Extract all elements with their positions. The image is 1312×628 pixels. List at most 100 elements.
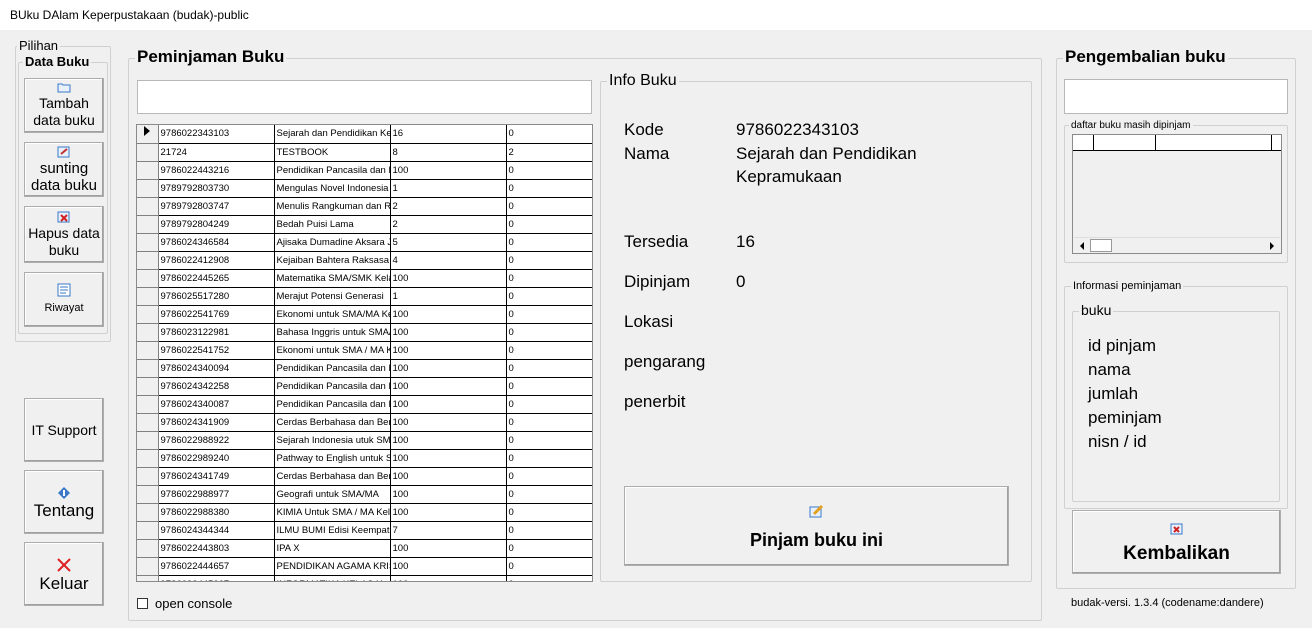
borrowed-list[interactable] bbox=[1072, 134, 1282, 254]
cell-kode[interactable]: 9786025517280 bbox=[158, 287, 275, 306]
row-header[interactable] bbox=[137, 503, 159, 522]
cell-tersedia[interactable]: 100 bbox=[390, 449, 507, 468]
cell-judul[interactable]: Ekonomi untuk SMA / MA Kelas XI bbox=[274, 341, 391, 360]
table-row[interactable]: 9786024340094Pendidikan Pancasila dan Ke… bbox=[137, 359, 592, 378]
cell-judul[interactable]: IPA X bbox=[274, 539, 391, 558]
cell-tersedia[interactable]: 100 bbox=[390, 539, 507, 558]
cell-judul[interactable]: Kejaiban Bahtera Raksasa bbox=[274, 251, 391, 270]
cell-judul[interactable]: Bedah Puisi Lama bbox=[274, 215, 391, 234]
cell-kode[interactable]: 9786022445067 bbox=[158, 575, 275, 581]
cell-tersedia[interactable]: 100 bbox=[390, 467, 507, 486]
row-header[interactable] bbox=[137, 449, 159, 468]
table-row[interactable]: 9786022443216Pendidikan Pancasila dan Ke… bbox=[137, 161, 592, 180]
cell-dipinjam[interactable]: 2 bbox=[506, 143, 592, 162]
table-row[interactable]: 9786024344344 ILMU BUMI Edisi Keempat 7 0 bbox=[137, 521, 592, 540]
cell-judul[interactable]: Ajisaka Dumadine Aksara Jawa bbox=[274, 233, 391, 252]
cell-tersedia[interactable]: 2 bbox=[390, 215, 507, 234]
cell-dipinjam[interactable]: 0 bbox=[506, 161, 592, 180]
cell-kode[interactable]: 9786024340094 bbox=[158, 359, 275, 378]
row-header[interactable] bbox=[137, 539, 159, 558]
cell-tersedia[interactable]: 100 bbox=[390, 161, 507, 180]
cell-dipinjam[interactable]: 0 bbox=[506, 503, 592, 522]
cell-judul[interactable]: Matematika SMA/SMK Kelas X bbox=[274, 269, 391, 288]
cell-dipinjam[interactable]: 0 bbox=[506, 197, 592, 216]
cell-kode[interactable]: 9789792804249 bbox=[158, 215, 275, 234]
cell-judul[interactable]: Cerdas Berbahasa dan Bersastra bbox=[274, 413, 391, 432]
return-search-input[interactable] bbox=[1064, 79, 1288, 114]
cell-kode[interactable]: 9789792803730 bbox=[158, 179, 275, 198]
cell-kode[interactable]: 9786022412908 bbox=[158, 251, 275, 270]
cell-dipinjam[interactable]: 0 bbox=[506, 251, 592, 270]
cell-dipinjam[interactable]: 0 bbox=[506, 359, 592, 378]
table-row[interactable]: 9786022989240Pathway to English untuk SM… bbox=[137, 449, 592, 468]
cell-kode[interactable]: 9786022989240 bbox=[158, 449, 275, 468]
cell-tersedia[interactable]: 100 bbox=[390, 341, 507, 360]
cell-kode[interactable]: 9786023122981 bbox=[158, 323, 275, 342]
row-header[interactable] bbox=[137, 233, 159, 252]
cell-judul[interactable]: Pendidikan Pancasila dan Kewarganegaraan bbox=[274, 395, 391, 414]
row-header[interactable] bbox=[137, 125, 159, 144]
table-row[interactable]: 9786022541752Ekonomi untuk SMA / MA Kela… bbox=[137, 341, 592, 360]
cell-kode[interactable]: 9789792803747 bbox=[158, 197, 275, 216]
cell-tersedia[interactable]: 100 bbox=[390, 359, 507, 378]
cell-judul[interactable]: PENDIDIKAN AGAMA KRISTEN bbox=[274, 557, 391, 576]
table-row[interactable]: 9786024340087Pendidikan Pancasila dan Ke… bbox=[137, 395, 592, 414]
row-header[interactable] bbox=[137, 161, 159, 180]
cell-kode[interactable]: 9786022988977 bbox=[158, 485, 275, 504]
it-support-button[interactable]: IT Support bbox=[24, 398, 104, 462]
cell-dipinjam[interactable]: 0 bbox=[506, 341, 592, 360]
tambah-data-buku-button[interactable]: Tambah data buku bbox=[24, 78, 104, 133]
row-header[interactable] bbox=[137, 341, 159, 360]
cell-dipinjam[interactable]: 0 bbox=[506, 395, 592, 414]
cell-dipinjam[interactable]: 0 bbox=[506, 449, 592, 468]
cell-dipinjam[interactable]: 0 bbox=[506, 377, 592, 396]
cell-dipinjam[interactable]: 0 bbox=[506, 557, 592, 576]
cell-dipinjam[interactable]: 0 bbox=[506, 233, 592, 252]
table-row[interactable]: 9789792804249 Bedah Puisi Lama 2 0 bbox=[137, 215, 592, 234]
cell-tersedia[interactable]: 5 bbox=[390, 233, 507, 252]
table-row[interactable]: 9786022988922 Sejarah Indonesia utuk SMA 1… bbox=[137, 431, 592, 450]
cell-tersedia[interactable]: 100 bbox=[390, 575, 507, 581]
cell-dipinjam[interactable]: 0 bbox=[506, 521, 592, 540]
cell-kode[interactable]: 9786024344344 bbox=[158, 521, 275, 540]
table-row[interactable]: 9789792803730 Mengulas Novel Indonesia 1 0 bbox=[137, 179, 592, 198]
pinjam-buku-button[interactable]: Pinjam buku ini bbox=[624, 486, 1009, 566]
cell-kode[interactable]: 21724 bbox=[158, 143, 275, 162]
cell-tersedia[interactable]: 1 bbox=[390, 287, 507, 306]
row-header[interactable] bbox=[137, 575, 159, 581]
cell-dipinjam[interactable]: 0 bbox=[506, 215, 592, 234]
riwayat-button[interactable]: Riwayat bbox=[24, 272, 104, 327]
table-row[interactable]: 9786022444657PENDIDIKAN AGAMA KRISTEN100… bbox=[137, 557, 592, 576]
table-row[interactable]: 9786022445067INFORMATIKA KELAS X1000 bbox=[137, 575, 592, 581]
row-header[interactable] bbox=[137, 557, 159, 576]
row-header[interactable] bbox=[137, 395, 159, 414]
cell-dipinjam[interactable]: 0 bbox=[506, 125, 592, 144]
cell-dipinjam[interactable]: 0 bbox=[506, 431, 592, 450]
table-row[interactable]: 9786022541769Ekonomi untuk SMA/MA Kelas … bbox=[137, 305, 592, 324]
cell-judul[interactable]: Cerdas Berbahasa dan Bersastra bbox=[274, 467, 391, 486]
cell-tersedia[interactable]: 16 bbox=[390, 125, 507, 144]
cell-tersedia[interactable]: 7 bbox=[390, 521, 507, 540]
cell-judul[interactable]: Pendidikan Pancasila dan Kewarganegaraan bbox=[274, 359, 391, 378]
row-header[interactable] bbox=[137, 197, 159, 216]
cell-judul[interactable]: Merajut Potensi Generasi bbox=[274, 287, 391, 306]
cell-tersedia[interactable]: 100 bbox=[390, 431, 507, 450]
row-header[interactable] bbox=[137, 431, 159, 450]
cell-judul[interactable]: Pendidikan Pancasila dan Kewarganegaraan bbox=[274, 161, 391, 180]
row-header[interactable] bbox=[137, 467, 159, 486]
cell-tersedia[interactable]: 100 bbox=[390, 395, 507, 414]
cell-tersedia[interactable]: 100 bbox=[390, 269, 507, 288]
row-header[interactable] bbox=[137, 521, 159, 540]
cell-dipinjam[interactable]: 0 bbox=[506, 305, 592, 324]
cell-kode[interactable]: 9786022443216 bbox=[158, 161, 275, 180]
cell-dipinjam[interactable]: 0 bbox=[506, 539, 592, 558]
cell-tersedia[interactable]: 100 bbox=[390, 377, 507, 396]
cell-judul[interactable]: Sejarah dan Pendidikan Kepramukaan bbox=[274, 125, 391, 144]
cell-judul[interactable]: Geografi untuk SMA/MA bbox=[274, 485, 391, 504]
keluar-button[interactable]: Keluar bbox=[24, 542, 104, 606]
row-header[interactable] bbox=[137, 269, 159, 288]
table-row[interactable]: 9789792803747Menulis Rangkuman dan Ringk… bbox=[137, 197, 592, 216]
cell-dipinjam[interactable]: 0 bbox=[506, 467, 592, 486]
row-header[interactable] bbox=[137, 413, 159, 432]
cell-kode[interactable]: 9786024341749 bbox=[158, 467, 275, 486]
